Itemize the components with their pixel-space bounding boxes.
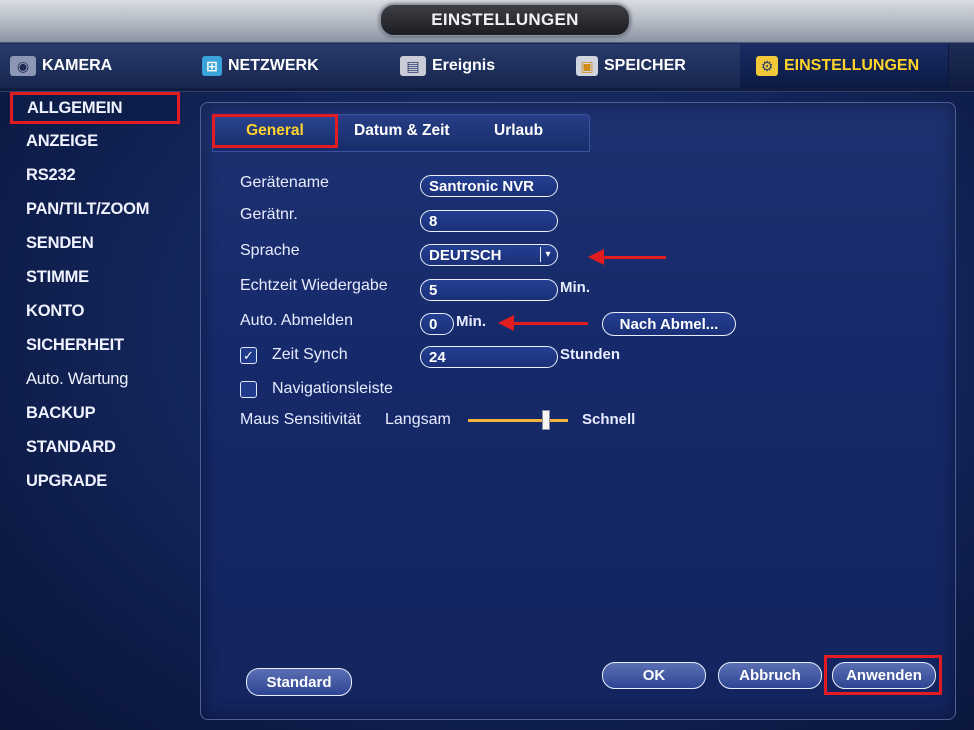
device-no-label: Gerätnr.: [240, 206, 298, 223]
annotation-arrow-language: [588, 249, 666, 265]
event-icon: ▤: [400, 56, 426, 76]
tab-einstellungen[interactable]: ⚙ EINSTELLUNGEN: [740, 44, 949, 88]
slider-handle[interactable]: [542, 410, 550, 430]
auto-logout-field[interactable]: 0: [420, 313, 454, 335]
storage-icon: ▣: [576, 56, 598, 76]
sidebar-item-standard[interactable]: STANDARD: [26, 438, 116, 457]
auto-logout-unit: Min.: [456, 313, 486, 330]
sidebar-item-sicherheit[interactable]: SICHERHEIT: [26, 336, 124, 355]
device-no-field[interactable]: 8: [420, 210, 558, 232]
chevron-down-icon[interactable]: ▾: [540, 247, 555, 262]
realtime-playback-unit: Min.: [560, 279, 590, 296]
sidebar-item-auto-wartung[interactable]: Auto. Wartung: [26, 370, 128, 389]
settings-icon: ⚙: [756, 56, 778, 76]
time-sync-label: Zeit Synch: [272, 346, 348, 363]
tab-speicher[interactable]: ▣ SPEICHER: [548, 44, 757, 88]
time-sync-field[interactable]: 24: [420, 346, 558, 368]
standard-button[interactable]: Standard: [246, 668, 352, 696]
language-label: Sprache: [240, 242, 300, 259]
camera-icon: ◉: [10, 56, 36, 76]
sidebar-item-stimme[interactable]: STIMME: [26, 268, 89, 287]
sidebar-item-pan-tilt-zoom[interactable]: PAN/TILT/ZOOM: [26, 200, 149, 219]
mouse-sensitivity-min-label: Langsam: [385, 411, 451, 428]
auto-logout-label: Auto. Abmelden: [240, 312, 353, 329]
annotation-arrow-auto-logout: [498, 315, 588, 331]
window-title: EINSTELLUNGEN: [380, 4, 630, 36]
tab-general[interactable]: General: [212, 114, 338, 148]
sidebar-item-rs232[interactable]: RS232: [26, 166, 76, 185]
cancel-button[interactable]: Abbruch: [718, 662, 822, 689]
sidebar-item-allgemein[interactable]: ALLGEMEIN: [10, 92, 180, 124]
tab-einstellungen-label: EINSTELLUNGEN: [784, 57, 920, 74]
tab-kamera-label: KAMERA: [42, 57, 113, 74]
device-name-field[interactable]: Santronic NVR: [420, 175, 558, 197]
sidebar-item-upgrade[interactable]: UPGRADE: [26, 472, 107, 491]
tab-netzwerk[interactable]: ⊞ NETZWERK: [192, 44, 373, 88]
tab-speicher-label: SPEICHER: [604, 57, 686, 74]
nav-bar-label: Navigationsleiste: [272, 380, 393, 397]
sidebar-item-senden[interactable]: SENDEN: [26, 234, 94, 253]
tab-ereignis-label: Ereignis: [432, 57, 496, 74]
tab-netzwerk-label: NETZWERK: [228, 57, 319, 74]
time-sync-unit: Stunden: [560, 346, 620, 363]
tab-ereignis[interactable]: ▤ Ereignis: [370, 44, 571, 88]
mouse-sensitivity-max-label: Schnell: [582, 411, 636, 428]
mouse-sensitivity-label: Maus Sensitivität: [240, 411, 361, 428]
mouse-sensitivity-slider[interactable]: [468, 419, 568, 422]
tab-datum-zeit[interactable]: Datum & Zeit: [354, 114, 450, 148]
time-sync-checkbox[interactable]: ✓: [240, 347, 257, 364]
ok-button[interactable]: OK: [602, 662, 706, 689]
sidebar-item-konto[interactable]: KONTO: [26, 302, 84, 321]
apply-button[interactable]: Anwenden: [832, 662, 936, 689]
sidebar-item-label: ALLGEMEIN: [27, 98, 123, 117]
tab-urlaub[interactable]: Urlaub: [494, 114, 543, 148]
realtime-playback-label: Echtzeit Wiedergabe: [240, 277, 388, 294]
sidebar-item-anzeige[interactable]: ANZEIGE: [26, 132, 98, 151]
after-logout-button[interactable]: Nach Abmel...: [602, 312, 736, 336]
network-icon: ⊞: [202, 56, 222, 76]
tab-kamera[interactable]: ◉ KAMERA: [0, 44, 195, 88]
sidebar-item-backup[interactable]: BACKUP: [26, 404, 96, 423]
realtime-playback-field[interactable]: 5: [420, 279, 558, 301]
language-select[interactable]: DEUTSCH ▾: [420, 244, 558, 266]
nav-bar-checkbox[interactable]: [240, 381, 257, 398]
nvr-settings-screen: EINSTELLUNGEN ◉ KAMERA ⊞ NETZWERK ▤ Erei…: [0, 0, 974, 730]
language-select-value: DEUTSCH: [429, 246, 502, 264]
device-name-label: Gerätename: [240, 174, 329, 191]
